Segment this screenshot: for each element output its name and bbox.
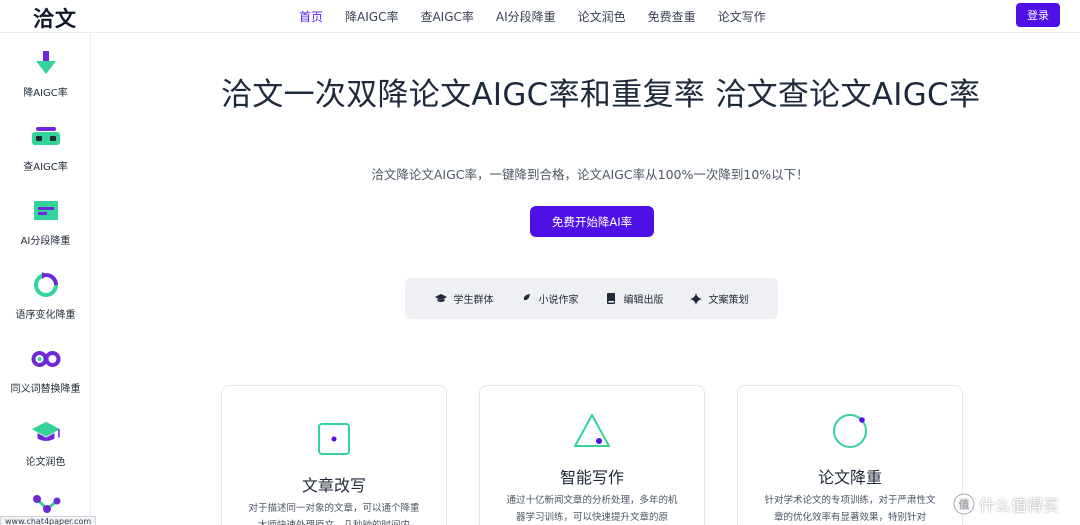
svg-text:值: 值 xyxy=(959,498,970,511)
start-reduce-ai-button[interactable]: 免费开始降AI率 xyxy=(530,206,654,237)
tag-students[interactable]: 学生群体 xyxy=(434,291,494,306)
square-dot-icon xyxy=(315,420,353,458)
vr-goggles-icon xyxy=(31,122,61,152)
nav-item-home[interactable]: 首页 xyxy=(299,8,323,25)
login-button[interactable]: 登录 xyxy=(1016,3,1060,27)
triangle-dot-icon xyxy=(573,412,611,450)
tag-novelists[interactable]: 小说作家 xyxy=(520,291,579,306)
tag-label: 小说作家 xyxy=(538,295,579,306)
feature-card-paper-reduce[interactable]: 论文降重 针对学术论文的专项训练，对于严肃性文章的优化效率有显著效果，特别针对 xyxy=(737,385,963,525)
audience-tags: 学生群体 小说作家 编辑出版 文案策划 xyxy=(405,278,778,319)
sidebar-item-label: 同义词替换降重 xyxy=(10,384,81,395)
status-bar-url: www.chat4paper.com xyxy=(0,516,97,525)
hero-subtitle: 洽文降论文AIGC率，一键降到合格，论文AIGC率从100%一次降到10%以下！ xyxy=(371,167,809,182)
circle-dot-icon xyxy=(831,410,869,448)
sidebar-item-word-order[interactable]: 语序变化降重 xyxy=(0,270,91,321)
graduation-cap-icon xyxy=(434,293,447,305)
watermark: 值 什么值得买 xyxy=(953,492,1059,516)
book-icon xyxy=(605,293,617,305)
refresh-icon xyxy=(31,270,61,300)
sidebar-item-check-aigc[interactable]: 查AIGC率 xyxy=(0,122,91,173)
arrow-down-icon xyxy=(31,48,61,78)
sparkle-icon xyxy=(689,292,702,305)
card-title: 文章改写 xyxy=(301,476,366,495)
card-description: 对于描述同一对象的文章，可以通个降重大师快速处理原文，几秒钟的时间内 xyxy=(248,503,420,525)
watermark-logo-icon: 值 xyxy=(953,493,975,515)
nav-item-check-aigc[interactable]: 查AIGC率 xyxy=(420,8,473,25)
site-logo[interactable]: 洽文 xyxy=(33,3,77,33)
sidebar-item-polish[interactable]: 论文润色 xyxy=(0,417,91,468)
tag-label: 编辑出版 xyxy=(623,295,664,306)
sidebar-item-reduce-aigc[interactable]: 降AIGC率 xyxy=(0,48,91,99)
tag-label: 学生群体 xyxy=(453,295,494,306)
sidebar-item-label: 降AIGC率 xyxy=(23,88,68,99)
card-description: 通过十亿新闻文章的分析处理，多年的机器学习训练，可以快速提升文章的原 xyxy=(506,495,678,523)
card-description: 针对学术论文的专项训练，对于严肃性文章的优化效率有显著效果，特别针对 xyxy=(764,495,936,523)
card-title: 智能写作 xyxy=(559,468,624,487)
feature-card-smart-writing[interactable]: 智能写作 通过十亿新闻文章的分析处理，多年的机器学习训练，可以快速提升文章的原 xyxy=(479,385,705,525)
main-nav: 首页 降AIGC率 查AIGC率 AI分段降重 论文润色 免费查重 论文写作 xyxy=(288,0,777,32)
watermark-text: 什么值得买 xyxy=(979,496,1060,515)
sidebar-item-label: AI分段降重 xyxy=(20,236,71,247)
nav-item-paper-writing[interactable]: 论文写作 xyxy=(718,8,766,25)
card-title: 论文降重 xyxy=(817,468,882,487)
top-nav-bar: 洽文 首页 降AIGC率 查AIGC率 AI分段降重 论文润色 免费查重 论文写… xyxy=(0,0,1080,33)
nav-item-polish[interactable]: 论文润色 xyxy=(578,8,626,25)
sidebar-item-label: 查AIGC率 xyxy=(23,162,68,173)
nav-item-free-check[interactable]: 免费查重 xyxy=(648,8,696,25)
sidebar-item-ai-segment[interactable]: AI分段降重 xyxy=(0,196,91,247)
sidebar-item-synonym[interactable]: 同义词替换降重 xyxy=(0,344,91,395)
nav-item-reduce-aigc[interactable]: 降AIGC率 xyxy=(345,8,398,25)
infinity-icon xyxy=(31,344,61,374)
hero-title: 洽文一次双降论文AIGC率和重复率 洽文查论文AIGC率 xyxy=(221,77,981,113)
graduation-cap-icon xyxy=(31,417,61,447)
sidebar: 降AIGC率 查AIGC率 AI分段降重 语序变化降重 同义词替换降重 论文润色 xyxy=(0,34,91,525)
sidebar-item-label: 语序变化降重 xyxy=(15,310,76,321)
feather-icon xyxy=(520,293,532,305)
nav-item-ai-segment[interactable]: AI分段降重 xyxy=(496,8,556,25)
tag-copywriters[interactable]: 文案策划 xyxy=(689,291,749,306)
feature-card-rewrite[interactable]: 文章改写 对于描述同一对象的文章，可以通个降重大师快速处理原文，几秒钟的时间内 xyxy=(221,385,447,525)
tag-label: 文案策划 xyxy=(708,295,749,306)
tag-editors[interactable]: 编辑出版 xyxy=(605,291,664,306)
sidebar-item-label: 论文润色 xyxy=(25,457,66,468)
text-block-icon xyxy=(31,196,61,226)
